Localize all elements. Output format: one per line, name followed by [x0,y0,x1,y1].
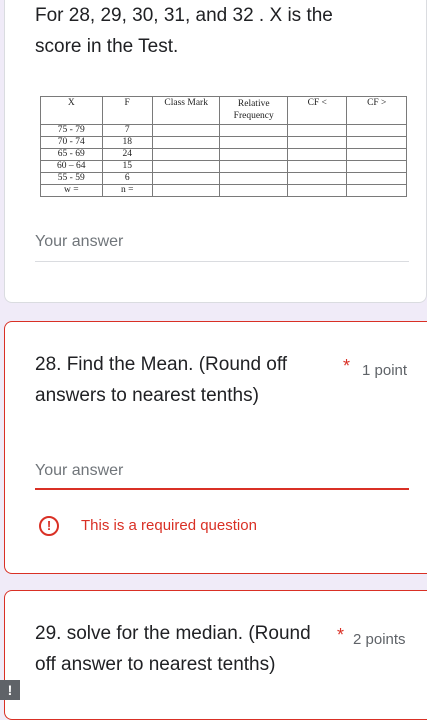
intro-text: For 28, 29, 30, 31, and 32 . X is the sc… [35,5,333,57]
cell-empty [151,160,221,173]
table-row: 70 - 74 18 [40,136,407,149]
cell-empty [286,172,348,185]
header-f: F [101,96,153,125]
table-row: 55 - 59 6 [40,172,407,185]
cell-empty [346,184,407,197]
frequency-table: X F Class Mark Relative Frequency CF < C… [40,96,407,197]
cell-empty [346,172,407,185]
cell-empty [219,124,288,137]
cell-empty [151,136,221,149]
table-header-row: X F Class Mark Relative Frequency CF < C… [40,96,407,125]
cell-empty [346,148,407,161]
cell-empty [151,124,221,137]
required-asterisk: * [337,625,345,645]
question-28-answer-underline [35,488,409,490]
cell-empty [286,148,348,161]
cell-f: 15 [101,160,153,173]
header-class-mark: Class Mark [151,96,221,125]
cell-empty [219,148,288,161]
cell-empty [346,160,407,173]
cell-empty [219,172,288,185]
cell-empty [286,160,348,173]
cell-x: 65 - 69 [40,148,103,161]
intro-answer-underline [35,261,409,262]
question-28-answer-input[interactable]: Your answer [35,462,123,480]
cell-f: 6 [101,172,153,185]
cell-x: 60 – 64 [40,160,103,173]
question-29-card: 29. solve for the median. (Round off ans… [4,590,427,720]
cell-empty [151,148,221,161]
cell-x: w = [40,184,103,197]
alert-icon[interactable]: ! [0,680,20,700]
cell-empty [219,160,288,173]
cell-x: 55 - 59 [40,172,103,185]
cell-empty [219,184,288,197]
cell-x: 70 - 74 [40,136,103,149]
cell-x: 75 - 79 [40,124,103,137]
cell-empty [151,172,221,185]
cell-empty [346,136,407,149]
question-29-points: 2 points [353,631,406,648]
cell-empty [219,136,288,149]
table-row: w = n = [40,184,407,197]
table-row: 75 - 79 7 [40,124,407,137]
intro-answer-input[interactable]: Your answer [35,233,123,251]
cell-empty [151,184,221,197]
cell-empty [286,136,348,149]
table-row: 65 - 69 24 [40,148,407,161]
error-icon: ! [39,516,59,536]
required-asterisk: * [343,356,351,376]
header-x: X [40,96,103,125]
error-message: This is a required question [81,517,257,534]
header-relative-frequency: Relative Frequency [219,96,288,125]
cell-empty [286,124,348,137]
cell-f: 7 [101,124,153,137]
header-cf-less: CF < [286,96,348,125]
table-row: 60 – 64 15 [40,160,407,173]
question-28-card: 28. Find the Mean. (Round off answers to… [4,321,427,574]
cell-empty [346,124,407,137]
cell-f: 24 [101,148,153,161]
question-29-title: 29. solve for the median. (Round off ans… [35,623,311,675]
cell-f: n = [101,184,153,197]
cell-f: 18 [101,136,153,149]
header-cf-greater: CF > [346,96,407,125]
intro-card: For 28, 29, 30, 31, and 32 . X is the sc… [4,0,427,303]
question-28-points: 1 point [362,362,408,379]
question-28-title: 28. Find the Mean. (Round off answers to… [35,354,288,406]
cell-empty [286,184,348,197]
